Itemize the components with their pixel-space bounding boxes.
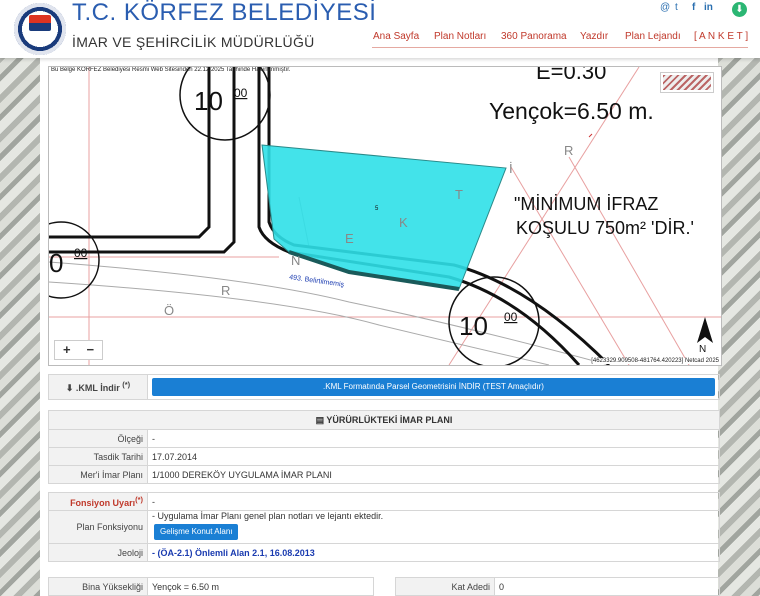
map-label-00c: 00 (504, 310, 518, 324)
map-label-00a: 00 (234, 86, 248, 100)
map-label-north: N (699, 344, 706, 355)
table-row: Bina Yüksekliği Yençok = 6.50 m (48, 577, 374, 596)
document-icon: ▤ (315, 414, 325, 425)
street-letter-2: R (221, 283, 230, 298)
map-label-road: 493. Belirtilmemiş (289, 274, 345, 289)
zoom-control: + − (54, 340, 103, 360)
map-label-min2: KOŞULU 750m² 'DİR.' (516, 218, 694, 238)
map-label-00b: 00 (74, 246, 88, 260)
map-note: Bu Belge KÖRFEZ Belediyesi Resmi Web Sit… (51, 67, 291, 73)
table-row: Fonsiyon Uyarı(*) - (48, 492, 720, 511)
table-row: Mer'i İmar Planı 1/1000 DEREKÖY UYGULAMA … (48, 465, 720, 484)
zoom-in-button[interactable]: + (55, 341, 79, 359)
street-letter-1: Ö (164, 303, 174, 318)
street-letter-5: K (399, 215, 408, 230)
table-row: Plan Fonksiyonu - Uygulama İmar Planı ge… (48, 510, 720, 544)
map-label-10b: 10 (459, 311, 488, 341)
twitter-icon[interactable]: t (675, 2, 678, 13)
function-warning-label: Fonsiyon Uyarı(*) (48, 492, 148, 511)
email-icon[interactable]: @ (660, 2, 670, 13)
map-label-0: 0 (49, 248, 63, 278)
zoom-out-button[interactable]: − (79, 341, 103, 359)
nav-yazdir[interactable]: Yazdır (580, 31, 608, 42)
nav-anket[interactable]: [ A N K E T ] (694, 31, 748, 42)
map-label-yencok: Yençok=6.50 m. (489, 98, 654, 124)
nav-plan-lejandi[interactable]: Plan Lejandı (625, 31, 681, 42)
table-row: Ölçeği - (48, 429, 720, 448)
download-icon[interactable]: ⬇ (732, 2, 747, 17)
layer-switcher-button[interactable] (660, 72, 714, 93)
building-height-table: Bina Yüksekliği Yençok = 6.50 m (48, 577, 374, 596)
nav-360-panorama[interactable]: 360 Panorama (501, 31, 567, 42)
linkedin-icon[interactable]: in (704, 2, 713, 13)
north-arrow-icon (697, 317, 713, 343)
nav-ana-sayfa[interactable]: Ana Sayfa (373, 31, 419, 42)
street-letter-3: N (291, 253, 300, 268)
plan-function-text: - Uygulama İmar Planı genel plan notları… (152, 511, 384, 521)
map-canvas: E=0.30 Yençok=6.50 m. "MİNİMUM İFRAZ KOŞ… (49, 67, 721, 365)
facebook-icon[interactable]: f (692, 2, 695, 13)
street-letter-4: E (345, 231, 354, 246)
plan-table-header: ▤ YÜRÜRLÜKTEKİ İMAR PLANI (48, 410, 720, 430)
nav-plan-notlari[interactable]: Plan Notları (434, 31, 486, 42)
plan-table: ▤ YÜRÜRLÜKTEKİ İMAR PLANI Ölçeği - Tasdik… (48, 410, 720, 484)
map-label-e: E=0.30 (536, 67, 606, 84)
map-coordinates: [4623329.909508-481764.420223] Netcad 20… (591, 358, 719, 364)
municipality-logo[interactable] (14, 3, 66, 55)
map-label-min1: "MİNİMUM İFRAZ (514, 194, 658, 214)
map-label-10a: 10 (194, 86, 223, 116)
floor-count-table: Kat Adedi 0 (395, 577, 720, 596)
table-row: Jeoloji - (ÖA-2.1) Önlemli Alan 2.1, 16.… (48, 543, 720, 562)
nav-underline (372, 47, 748, 48)
table-row: Tasdik Tarihi 17.07.2014 (48, 447, 720, 466)
site-title: T.C. KÖRFEZ BELEDİYESİ (72, 0, 377, 26)
download-icon: ⬇ (65, 383, 74, 393)
gelisme-konut-button[interactable]: Gelişme Konut Alanı (154, 524, 239, 540)
jeoloji-value[interactable]: - (ÖA-2.1) Önlemli Alan 2.1, 16.08.2013 (147, 543, 720, 562)
function-table: Fonsiyon Uyarı(*) - Plan Fonksiyonu - Uy… (48, 492, 720, 562)
site-subtitle: İMAR VE ŞEHİRCİLİK MÜDÜRLÜĞÜ (72, 34, 315, 50)
site-header: T.C. KÖRFEZ BELEDİYESİ İMAR VE ŞEHİRCİLİ… (0, 0, 760, 58)
kml-download-button[interactable]: .KML Formatında Parsel Geometrisini İNDİ… (152, 378, 715, 396)
kml-label: ⬇ .KML İndir (*) (48, 374, 148, 400)
kml-download-table: ⬇ .KML İndir (*) .KML Formatında Parsel … (48, 374, 720, 400)
background-photo-right (718, 55, 760, 596)
table-row: Kat Adedi 0 (395, 577, 720, 596)
street-letter-8: R (564, 143, 573, 158)
street-letter-7: İ (509, 161, 513, 176)
street-letter-6: T (455, 187, 463, 202)
zoning-map[interactable]: E=0.30 Yençok=6.50 m. "MİNİMUM İFRAZ KOŞ… (48, 66, 722, 366)
background-photo-left (0, 55, 40, 596)
